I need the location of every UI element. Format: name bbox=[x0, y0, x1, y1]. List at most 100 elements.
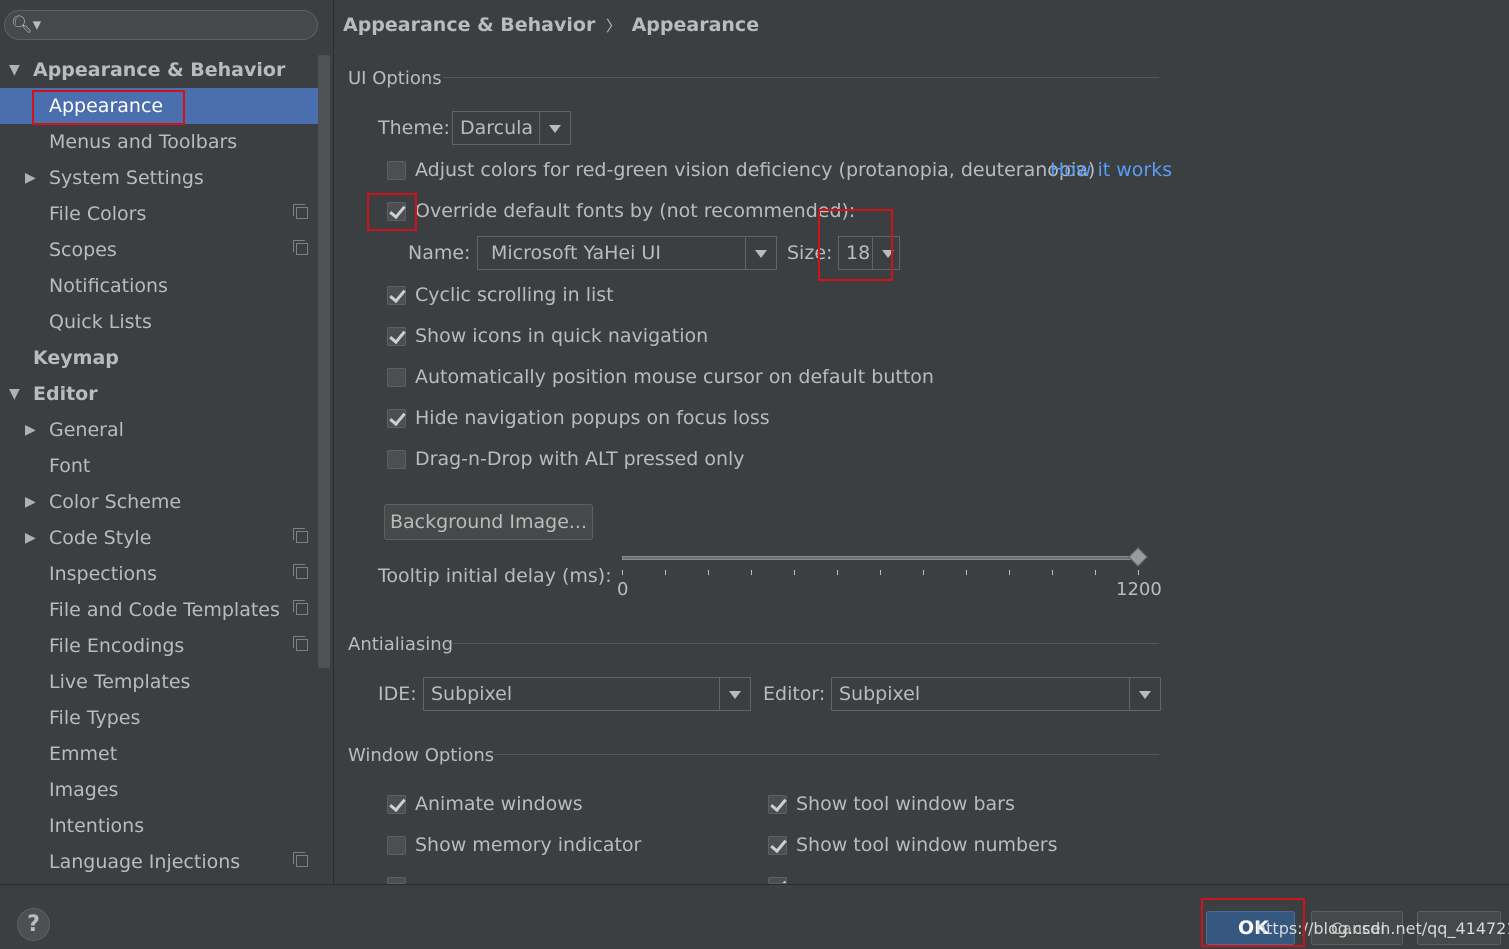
settings-search-field[interactable]: 🔍︎▾ bbox=[4, 10, 318, 40]
sidebar-item-menus-toolbars[interactable]: Menus and Toolbars bbox=[0, 124, 318, 160]
sidebar-item-appearance[interactable]: Appearance bbox=[0, 88, 318, 124]
theme-label: Theme: bbox=[378, 117, 450, 139]
help-button[interactable]: ? bbox=[17, 908, 50, 941]
cyclic-scrolling-checkbox[interactable] bbox=[387, 286, 406, 305]
font-name-select[interactable]: Microsoft YaHei UI bbox=[477, 236, 777, 270]
memory-indicator-checkbox[interactable] bbox=[387, 836, 406, 855]
sidebar-item-language-injections[interactable]: Language Injections bbox=[0, 844, 318, 880]
font-name-label: Name: bbox=[408, 242, 471, 264]
slider-tick bbox=[1009, 570, 1010, 575]
auto-position-checkbox[interactable] bbox=[387, 368, 406, 387]
search-icon[interactable]: 🔍︎▾ bbox=[11, 15, 41, 35]
hide-popups-checkbox[interactable] bbox=[387, 409, 406, 428]
sidebar-item-live-templates[interactable]: Live Templates bbox=[0, 664, 318, 700]
ui-options-title: UI Options bbox=[348, 68, 442, 89]
show-icons-checkbox[interactable] bbox=[387, 327, 406, 346]
font-size-select[interactable]: 18 bbox=[838, 236, 900, 270]
expand-arrow-icon[interactable]: ▼ bbox=[9, 52, 20, 88]
sidebar-item-file-colors[interactable]: File Colors bbox=[0, 196, 318, 232]
breadcrumb-parent[interactable]: Appearance & Behavior bbox=[343, 14, 595, 36]
font-size-label: Size: bbox=[787, 242, 833, 264]
animate-windows-label: Animate windows bbox=[415, 793, 583, 815]
slider-tick bbox=[708, 570, 709, 575]
chevron-down-icon[interactable] bbox=[745, 237, 776, 269]
sidebar-item-images[interactable]: Images bbox=[0, 772, 318, 808]
collapse-arrow-icon[interactable]: ▶ bbox=[25, 484, 36, 520]
project-settings-icon bbox=[293, 564, 308, 579]
watermark-text: https://blog.csdn.net/qq_41472190 bbox=[1256, 919, 1509, 938]
tool-window-bars-checkbox[interactable] bbox=[768, 795, 787, 814]
how-it-works-link[interactable]: How it works bbox=[1050, 159, 1172, 181]
sidebar-item-quick-lists[interactable]: Quick Lists bbox=[0, 304, 318, 340]
slider-tick bbox=[923, 570, 924, 575]
clipped-checkbox[interactable] bbox=[768, 877, 787, 884]
ide-label: IDE: bbox=[378, 683, 417, 705]
sidebar-item-inspections[interactable]: Inspections bbox=[0, 556, 318, 592]
slider-min-label: 0 bbox=[617, 579, 629, 600]
sidebar-item-system-settings[interactable]: ▶ System Settings bbox=[0, 160, 318, 196]
antialiasing-title: Antialiasing bbox=[348, 634, 454, 655]
sidebar-item-file-code-templates[interactable]: File and Code Templates bbox=[0, 592, 318, 628]
animate-windows-checkbox[interactable] bbox=[387, 795, 406, 814]
sidebar-item-general[interactable]: ▶ General bbox=[0, 412, 318, 448]
sidebar-scrollbar[interactable] bbox=[318, 55, 330, 668]
tool-window-numbers-label: Show tool window numbers bbox=[796, 834, 1058, 856]
breadcrumb: Appearance & Behavior 〉 Appearance bbox=[343, 14, 759, 36]
theme-select[interactable]: Darcula bbox=[452, 111, 571, 145]
chevron-down-icon[interactable] bbox=[872, 237, 899, 269]
breadcrumb-separator-icon: 〉 bbox=[605, 17, 621, 35]
tooltip-delay-slider[interactable] bbox=[622, 556, 1138, 560]
clipped-checkbox[interactable] bbox=[387, 877, 406, 884]
slider-tick bbox=[794, 570, 795, 575]
footer-divider bbox=[0, 884, 1509, 885]
drag-drop-label: Drag-n-Drop with ALT pressed only bbox=[415, 448, 745, 470]
collapse-arrow-icon[interactable]: ▶ bbox=[25, 520, 36, 556]
slider-tick bbox=[665, 570, 666, 575]
auto-position-label: Automatically position mouse cursor on d… bbox=[415, 366, 934, 388]
sidebar-item-editor[interactable]: ▼ Editor bbox=[0, 376, 318, 412]
sidebar-item-keymap[interactable]: Keymap bbox=[0, 340, 318, 376]
project-settings-icon bbox=[293, 600, 308, 615]
collapse-arrow-icon[interactable]: ▶ bbox=[25, 412, 36, 448]
project-settings-icon bbox=[293, 636, 308, 651]
tooltip-delay-label: Tooltip initial delay (ms): bbox=[378, 565, 612, 587]
ide-antialiasing-select[interactable]: Subpixel bbox=[423, 677, 751, 711]
chevron-down-icon[interactable] bbox=[1129, 678, 1160, 710]
section-divider bbox=[443, 77, 1159, 78]
slider-tick bbox=[751, 570, 752, 575]
sidebar-item-scopes[interactable]: Scopes bbox=[0, 232, 318, 268]
project-settings-icon bbox=[293, 240, 308, 255]
chevron-down-icon[interactable] bbox=[539, 112, 570, 144]
slider-tick bbox=[1138, 570, 1139, 575]
sidebar-item-emmet[interactable]: Emmet bbox=[0, 736, 318, 772]
adjust-colors-label: Adjust colors for red-green vision defic… bbox=[415, 159, 1096, 181]
sidebar-item-code-style[interactable]: ▶ Code Style bbox=[0, 520, 318, 556]
slider-tick bbox=[1095, 570, 1096, 575]
show-icons-label: Show icons in quick navigation bbox=[415, 325, 709, 347]
slider-tick bbox=[880, 570, 881, 575]
sidebar-item-intentions[interactable]: Intentions bbox=[0, 808, 318, 844]
tool-window-bars-label: Show tool window bars bbox=[796, 793, 1015, 815]
slider-thumb[interactable] bbox=[1128, 547, 1148, 567]
collapse-arrow-icon[interactable]: ▶ bbox=[25, 160, 36, 196]
sidebar-item-file-encodings[interactable]: File Encodings bbox=[0, 628, 318, 664]
sidebar-item-appearance-behavior[interactable]: ▼ Appearance & Behavior bbox=[0, 52, 318, 88]
project-settings-icon bbox=[293, 852, 308, 867]
sidebar-item-notifications[interactable]: Notifications bbox=[0, 268, 318, 304]
sidebar-item-color-scheme[interactable]: ▶ Color Scheme bbox=[0, 484, 318, 520]
expand-arrow-icon[interactable]: ▼ bbox=[9, 376, 20, 412]
sidebar-item-file-types[interactable]: File Types bbox=[0, 700, 318, 736]
sidebar-item-font[interactable]: Font bbox=[0, 448, 318, 484]
chevron-down-icon[interactable] bbox=[719, 678, 750, 710]
drag-drop-checkbox[interactable] bbox=[387, 450, 406, 469]
slider-tick bbox=[622, 570, 623, 575]
section-divider bbox=[494, 754, 1159, 755]
editor-label: Editor: bbox=[763, 683, 826, 705]
project-settings-icon bbox=[293, 204, 308, 219]
override-fonts-checkbox[interactable] bbox=[387, 202, 406, 221]
editor-antialiasing-select[interactable]: Subpixel bbox=[831, 677, 1161, 711]
tool-window-numbers-checkbox[interactable] bbox=[768, 836, 787, 855]
breadcrumb-current: Appearance bbox=[631, 14, 760, 36]
background-image-button[interactable]: Background Image... bbox=[384, 504, 593, 540]
adjust-colors-checkbox[interactable] bbox=[387, 161, 406, 180]
